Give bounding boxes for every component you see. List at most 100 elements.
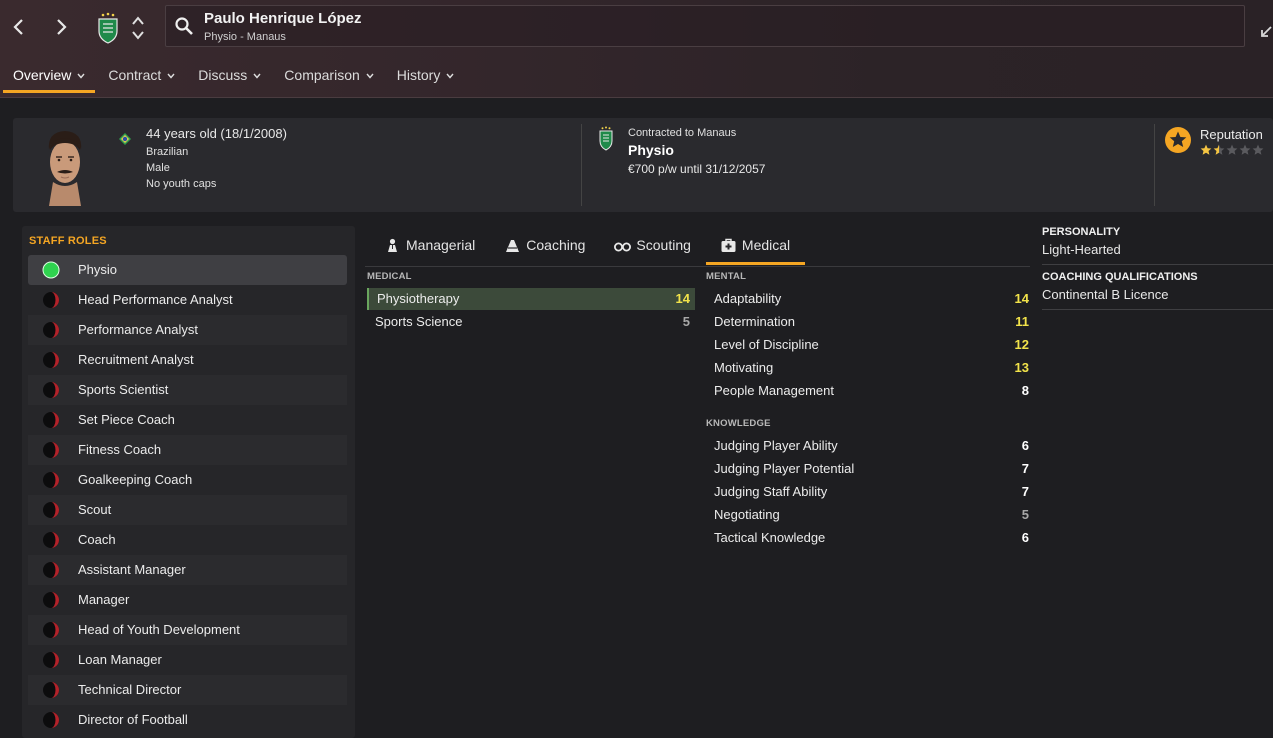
staff-role-item[interactable]: Scout bbox=[28, 495, 347, 525]
youth-caps: No youth caps bbox=[146, 178, 217, 190]
tab-scouting[interactable]: Scouting bbox=[600, 226, 705, 264]
attribute-row[interactable]: Sports Science 5 bbox=[367, 311, 695, 333]
person-search-box[interactable]: Paulo Henrique López Physio - Manaus bbox=[165, 5, 1245, 47]
search-icon[interactable] bbox=[174, 16, 194, 36]
tab-overview[interactable]: Overview bbox=[0, 60, 96, 93]
staff-role-item[interactable]: Head Performance Analyst bbox=[28, 285, 347, 315]
attribute-row[interactable]: Judging Player Ability 6 bbox=[706, 435, 1034, 457]
attribute-row[interactable]: People Management 8 bbox=[706, 380, 1034, 402]
tab-history[interactable]: History bbox=[384, 60, 465, 90]
tab-medical[interactable]: Medical bbox=[705, 226, 806, 265]
chevron-down-icon bbox=[77, 73, 85, 79]
role-active-indicator-icon bbox=[42, 261, 60, 279]
brazil-flag-icon[interactable] bbox=[118, 132, 132, 146]
attribute-value: 6 bbox=[1021, 530, 1029, 545]
tab-discuss[interactable]: Discuss bbox=[185, 60, 271, 90]
attribute-name: Negotiating bbox=[714, 507, 780, 522]
attribute-value: 14 bbox=[1014, 291, 1029, 306]
nationality[interactable]: Brazilian bbox=[146, 146, 287, 158]
tab-medical-label: Medical bbox=[741, 237, 791, 253]
role-inactive-indicator-icon bbox=[43, 292, 59, 308]
reputation-stars bbox=[1200, 144, 1264, 156]
staff-role-item[interactable]: Manager bbox=[28, 585, 347, 615]
attribute-value: 6 bbox=[1021, 438, 1029, 453]
tab-comparison[interactable]: Comparison bbox=[271, 60, 383, 90]
reputation-star-icon bbox=[1165, 127, 1191, 153]
staff-role-item[interactable]: Assistant Manager bbox=[28, 555, 347, 585]
tab-contract[interactable]: Contract bbox=[95, 60, 185, 90]
binoculars-icon bbox=[614, 242, 632, 251]
staff-role-item[interactable]: Physio bbox=[28, 255, 347, 285]
age-dob: 44 years old (18/1/2008) bbox=[146, 126, 287, 141]
attribute-value: 5 bbox=[1021, 507, 1029, 522]
contract-wage: €700 p/w until 31/12/2057 bbox=[628, 162, 766, 176]
expand-icon[interactable] bbox=[1260, 18, 1273, 38]
personality-panel: PERSONALITY Light-Hearted COACHING QUALI… bbox=[1042, 226, 1273, 316]
club-crest-icon[interactable] bbox=[598, 126, 614, 152]
attribute-row[interactable]: Adaptability 14 bbox=[706, 288, 1034, 310]
chevron-down-icon bbox=[446, 73, 454, 79]
attribute-row[interactable]: Judging Player Potential 7 bbox=[706, 458, 1034, 480]
staff-role-item[interactable]: Loan Manager bbox=[28, 645, 347, 675]
tabs-divider bbox=[365, 266, 1030, 267]
staff-role-label: Performance Analyst bbox=[78, 322, 198, 337]
forward-button[interactable] bbox=[51, 14, 73, 40]
attribute-row[interactable]: Determination 11 bbox=[706, 311, 1034, 333]
attribute-name: Sports Science bbox=[375, 314, 463, 329]
role-inactive-indicator-icon bbox=[43, 532, 59, 548]
tab-coaching-label: Coaching bbox=[526, 237, 586, 253]
back-button[interactable] bbox=[7, 14, 29, 40]
attribute-row[interactable]: Level of Discipline 12 bbox=[706, 334, 1034, 356]
tab-contract-label: Contract bbox=[108, 67, 162, 83]
attribute-value: 12 bbox=[1014, 337, 1029, 352]
staff-role-item[interactable]: Goalkeeping Coach bbox=[28, 465, 347, 495]
tab-comparison-label: Comparison bbox=[284, 67, 360, 83]
switch-club-arrows-icon[interactable] bbox=[131, 14, 145, 42]
chevron-down-icon bbox=[253, 73, 261, 79]
attribute-name: Judging Player Ability bbox=[714, 438, 838, 453]
tab-coaching[interactable]: Coaching bbox=[490, 226, 600, 264]
attribute-value: 5 bbox=[682, 314, 690, 329]
role-inactive-indicator-icon bbox=[43, 352, 59, 368]
attribute-name: Determination bbox=[714, 314, 795, 329]
attribute-name: People Management bbox=[714, 383, 834, 398]
attribute-row[interactable]: Judging Staff Ability 7 bbox=[706, 481, 1034, 503]
attribute-name: Level of Discipline bbox=[714, 337, 819, 352]
staff-role-item[interactable]: Set Piece Coach bbox=[28, 405, 347, 435]
coaching-qualifications-title: COACHING QUALIFICATIONS bbox=[1042, 271, 1198, 283]
staff-role-item[interactable]: Technical Director bbox=[28, 675, 347, 705]
attribute-value: 11 bbox=[1015, 314, 1029, 329]
person-subtitle[interactable]: Physio - Manaus bbox=[204, 31, 286, 43]
staff-roles-title: STAFF ROLES bbox=[29, 235, 107, 247]
attribute-tabs: Managerial Coaching Scouting Medical bbox=[370, 226, 806, 266]
role-inactive-indicator-icon bbox=[43, 412, 59, 428]
attribute-name: Physiotherapy bbox=[377, 291, 460, 306]
staff-role-item[interactable]: Fitness Coach bbox=[28, 435, 347, 465]
staff-role-item[interactable]: Recruitment Analyst bbox=[28, 345, 347, 375]
attribute-row[interactable]: Physiotherapy 14 bbox=[367, 288, 695, 310]
coaching-qualifications-value: Continental B Licence bbox=[1042, 287, 1169, 302]
divider bbox=[581, 124, 582, 206]
staff-roles-panel: STAFF ROLES Physio Head Performance Analy… bbox=[22, 226, 355, 738]
staff-role-label: Loan Manager bbox=[78, 652, 162, 667]
staff-roles-list: Physio Head Performance Analyst Performanc… bbox=[28, 255, 347, 735]
staff-role-item[interactable]: Performance Analyst bbox=[28, 315, 347, 345]
staff-role-item[interactable]: Coach bbox=[28, 525, 347, 555]
bio-details: 44 years old (18/1/2008) Brazilian Male … bbox=[146, 126, 287, 194]
contract-label[interactable]: Contracted to Manaus bbox=[628, 127, 765, 139]
tab-managerial[interactable]: Managerial bbox=[370, 226, 490, 264]
club-crest-icon[interactable] bbox=[96, 12, 120, 44]
attribute-row[interactable]: Negotiating 5 bbox=[706, 504, 1034, 526]
staff-role-item[interactable]: Head of Youth Development bbox=[28, 615, 347, 645]
medical-kit-icon bbox=[721, 238, 736, 252]
staff-role-label: Assistant Manager bbox=[78, 562, 186, 577]
staff-role-item[interactable]: Director of Football bbox=[28, 705, 347, 735]
profile-summary: 44 years old (18/1/2008) Brazilian Male … bbox=[13, 118, 1273, 212]
attribute-row[interactable]: Tactical Knowledge 6 bbox=[706, 527, 1034, 549]
staff-role-item[interactable]: Sports Scientist bbox=[28, 375, 347, 405]
tab-discuss-label: Discuss bbox=[198, 67, 248, 83]
attribute-name: Motivating bbox=[714, 360, 774, 375]
role-inactive-indicator-icon bbox=[43, 382, 59, 398]
role-inactive-indicator-icon bbox=[43, 502, 59, 518]
attribute-row[interactable]: Motivating 13 bbox=[706, 357, 1034, 379]
